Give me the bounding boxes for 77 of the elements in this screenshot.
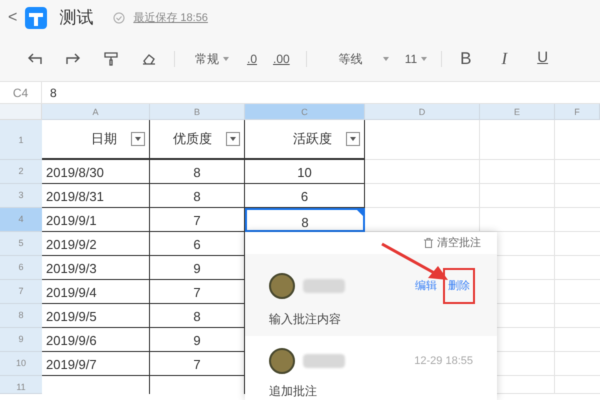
delete-link[interactable]: 删除 [445,270,473,302]
decrease-decimal-button[interactable]: .0 [247,50,258,68]
header-label: 活跃度 [293,130,332,148]
table-cell: 7 [193,357,201,372]
table-cell: 2019/8/31 [46,189,104,204]
redo-icon[interactable] [66,52,80,64]
table-cell: 2019/9/3 [46,261,97,276]
increase-decimal-button[interactable]: .00 [273,50,290,68]
eraser-icon[interactable] [142,52,156,64]
row-header[interactable]: 7 [0,280,42,304]
header-label: 优质度 [173,130,212,148]
table-cell: 7 [193,285,201,300]
back-button[interactable]: < [8,6,18,30]
save-status: 最近保存 18:56 [133,10,208,26]
row-header[interactable]: 9 [0,328,42,352]
table-cell: 2019/9/7 [46,357,97,372]
filter-dropdown-icon[interactable] [131,132,145,146]
filter-dropdown-icon[interactable] [346,132,360,146]
header-label: 日期 [91,130,117,148]
undo-icon[interactable] [28,52,42,64]
app-logo-icon [25,7,48,29]
row-header[interactable]: 11 [0,376,42,394]
table-cell: 8 [193,189,201,204]
caret-icon [223,56,229,60]
table-cell: 2019/9/1 [46,213,97,228]
comment-text: 输入批注内容 [269,311,342,328]
row-header[interactable]: 2 [0,160,42,184]
column-header[interactable]: A [42,104,150,120]
row-header[interactable]: 1 [0,120,42,160]
table-cell: 2019/9/6 [46,333,97,348]
table-cell: 8 [301,215,309,230]
row-header[interactable]: 5 [0,232,42,256]
column-header[interactable]: F [555,104,600,120]
blurred-name [303,354,345,368]
comment-text: 追加批注 [269,383,318,400]
number-format-dropdown[interactable]: 常规 [195,50,229,68]
table-cell: 2019/9/2 [46,237,97,252]
filter-dropdown-icon[interactable] [226,132,240,146]
column-header[interactable]: B [150,104,245,120]
table-cell: 2019/8/30 [46,165,104,180]
paint-roller-icon[interactable] [104,52,118,66]
document-title: 测试 [59,7,94,30]
row-header[interactable]: 8 [0,304,42,328]
underline-button[interactable]: U [537,47,548,70]
edit-link[interactable]: 编辑 [415,278,437,294]
table-cell: 7 [193,213,201,228]
font-size-dropdown[interactable]: 11 [404,50,428,68]
table-cell: 8 [193,309,201,324]
row-header[interactable]: 3 [0,184,42,208]
comment-time: 12-29 18:55 [414,354,473,369]
italic-button[interactable]: I [502,46,508,72]
table-cell: 6 [300,189,308,204]
check-circle-icon [113,12,126,24]
trash-icon[interactable] [424,238,433,248]
font-dropdown[interactable]: 等线 [338,50,389,68]
avatar [269,348,295,374]
table-cell: 10 [297,165,312,180]
avatar [269,272,295,299]
clear-comments-button[interactable]: 清空批注 [437,234,481,251]
row-header[interactable]: 4 [0,208,42,232]
table-cell: 2019/9/4 [46,285,97,300]
row-header[interactable]: 6 [0,256,42,280]
row-header[interactable]: 10 [0,352,42,376]
table-cell: 2019/9/5 [46,309,97,324]
table-cell: 6 [193,237,201,252]
blurred-name [303,278,345,293]
caret-icon [382,56,389,60]
column-header[interactable]: C [245,104,365,120]
table-cell: 9 [193,333,201,348]
bold-button[interactable]: B [460,46,472,72]
column-header[interactable]: E [480,104,555,120]
cell-reference: C4 [0,82,42,103]
table-cell: 9 [193,261,201,276]
column-header[interactable]: D [365,104,480,120]
formula-input[interactable]: 8 [42,84,57,102]
caret-icon [421,56,428,60]
table-cell: 8 [193,165,201,180]
